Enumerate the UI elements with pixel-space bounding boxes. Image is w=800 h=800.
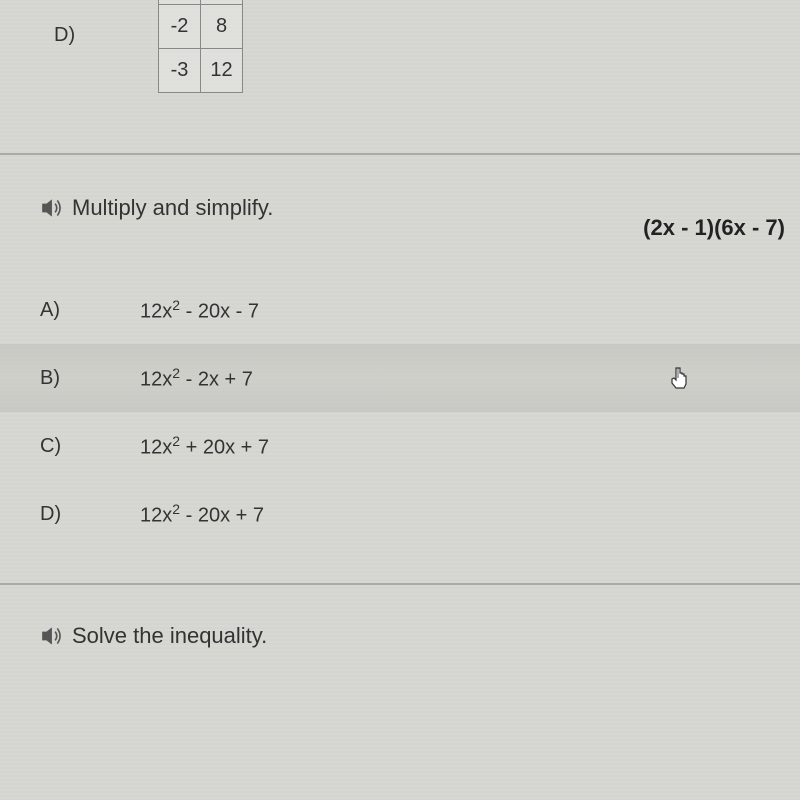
speaker-icon[interactable]	[40, 197, 66, 219]
table-cell: -2	[159, 5, 201, 49]
question-section: Multiply and simplify. (2x - 1)(6x - 7) …	[0, 155, 800, 649]
option-label-d: D)	[54, 24, 75, 47]
answer-letter: B)	[40, 367, 140, 390]
table-row: -2 8	[159, 5, 243, 49]
speaker-icon[interactable]	[40, 625, 66, 647]
table-cell: -3	[159, 49, 201, 93]
table-cell: 8	[201, 5, 243, 49]
answer-expression: 12x2 - 2x + 7	[140, 365, 253, 392]
answer-expression: 12x2 - 20x + 7	[140, 501, 264, 528]
table-cell: 12	[201, 49, 243, 93]
option-d-table: -1 6 -2 8 -3 12	[158, 0, 243, 93]
pointer-cursor-icon	[668, 364, 692, 397]
next-question-instruction: Solve the inequality.	[72, 623, 267, 649]
next-question-header: Solve the inequality.	[0, 583, 800, 649]
previous-question-section: D) -1 6 -2 8 -3 12	[0, 0, 800, 155]
answer-option-c[interactable]: C) 12x2 + 20x + 7	[0, 412, 800, 480]
answer-option-d[interactable]: D) 12x2 - 20x + 7	[0, 480, 800, 548]
answer-option-b[interactable]: B) 12x2 - 2x + 7	[0, 344, 800, 412]
answer-expression: 12x2 - 20x - 7	[140, 297, 259, 324]
answer-letter: C)	[40, 435, 140, 458]
question-expression: (2x - 1)(6x - 7)	[643, 215, 785, 241]
answer-list: A) 12x2 - 20x - 7 B) 12x2 - 2x + 7 C) 12…	[0, 276, 800, 548]
answer-letter: D)	[40, 503, 140, 526]
question-instruction: Multiply and simplify.	[72, 195, 273, 221]
answer-expression: 12x2 + 20x + 7	[140, 433, 269, 460]
answer-option-a[interactable]: A) 12x2 - 20x - 7	[0, 276, 800, 344]
table-row: -3 12	[159, 49, 243, 93]
answer-letter: A)	[40, 299, 140, 322]
